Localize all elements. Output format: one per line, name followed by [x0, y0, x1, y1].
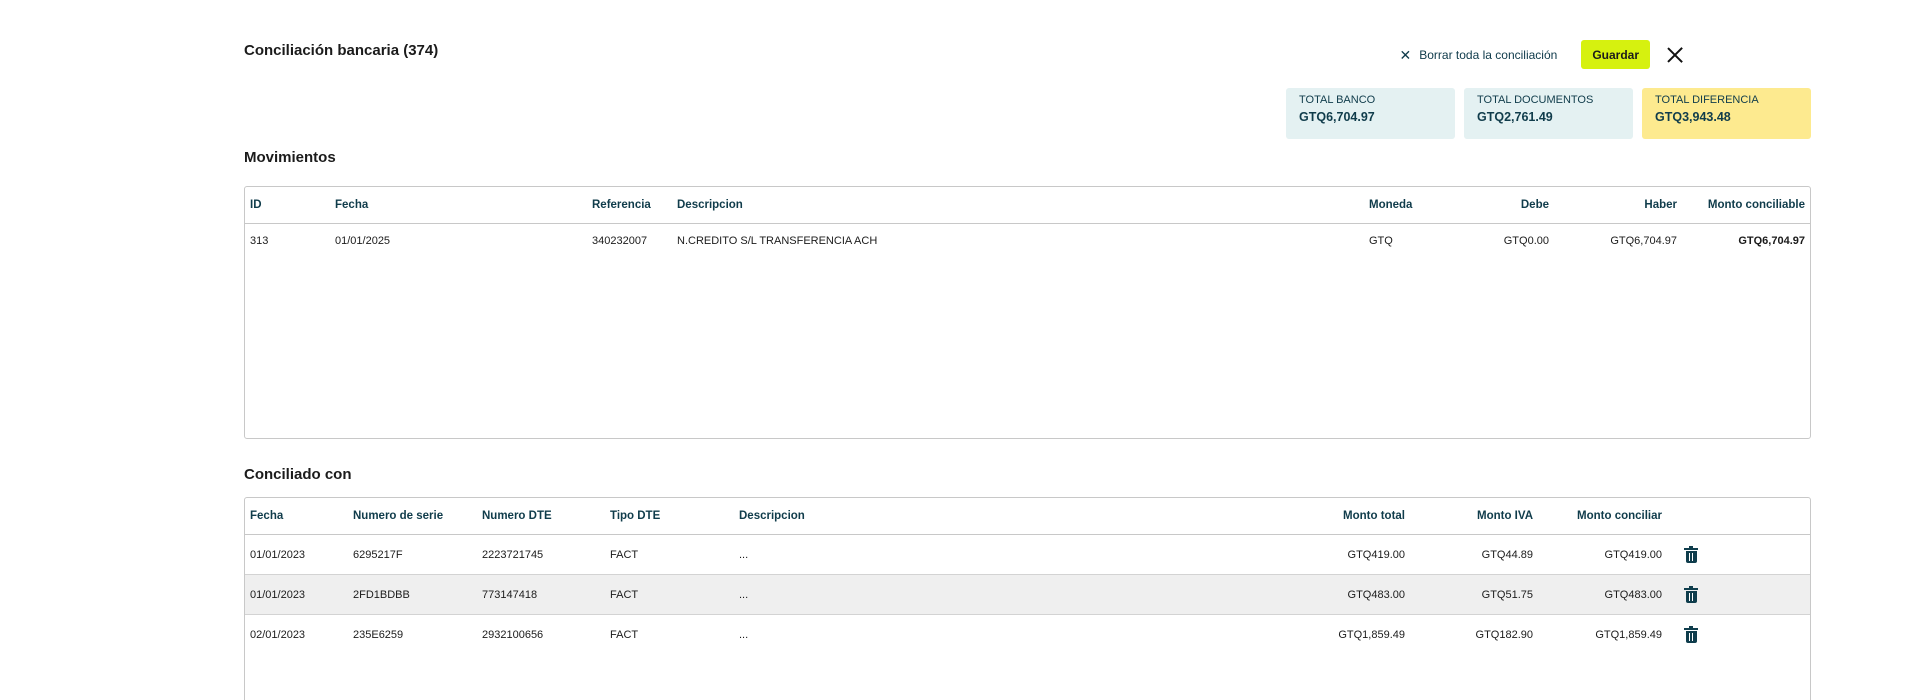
col-numero-serie[interactable]: Numero de serie [348, 510, 477, 522]
page-title: Conciliación bancaria (374) [244, 42, 439, 59]
table-row[interactable]: 01/01/2023 6295217F 2223721745 FACT ... … [245, 535, 1810, 575]
col-id[interactable]: ID [245, 199, 330, 211]
cell-numero-serie: 6295217F [353, 548, 403, 561]
totals-panel: TOTAL BANCO GTQ6,704.97 TOTAL DOCUMENTOS… [1286, 88, 1811, 139]
total-label: TOTAL DIFERENCIA [1655, 94, 1759, 106]
cell-descripcion: ... [739, 629, 749, 641]
trash-icon[interactable] [1684, 545, 1698, 563]
col-monto-total[interactable]: Monto total [1281, 510, 1410, 522]
table-row[interactable]: 01/01/2023 2FD1BDBB 773147418 FACT ... G… [245, 575, 1810, 615]
cell-numero-serie: 2FD1BDBB [353, 588, 410, 601]
total-value: GTQ6,704.97 [1299, 110, 1375, 124]
close-icon[interactable] [1666, 46, 1684, 64]
cell-monto-iva: GTQ51.75 [1481, 588, 1533, 601]
total-banco-card: TOTAL BANCO GTQ6,704.97 [1286, 88, 1455, 139]
col-monto-conciliable[interactable]: Monto conciliable [1682, 199, 1810, 211]
cell-tipo-dte: FACT [610, 629, 639, 641]
col-referencia[interactable]: Referencia [587, 199, 672, 211]
col-fecha[interactable]: Fecha [330, 199, 587, 211]
cell-fecha: 01/01/2023 [250, 548, 306, 561]
section-title-movimientos: Movimientos [244, 149, 336, 166]
cell-referencia: 340232007 [592, 235, 648, 247]
col-monto-iva[interactable]: Monto IVA [1410, 510, 1538, 522]
total-label: TOTAL DOCUMENTOS [1477, 94, 1594, 106]
cell-fecha: 01/01/2023 [250, 588, 306, 601]
col-descripcion[interactable]: Descripcion [672, 199, 1364, 211]
cell-monto-iva: GTQ44.89 [1481, 548, 1533, 561]
save-button[interactable]: Guardar [1581, 40, 1650, 69]
cell-numero-dte: 773147418 [482, 588, 538, 601]
table-row[interactable]: 02/01/2023 235E6259 2932100656 FACT ... … [245, 615, 1810, 655]
total-label: TOTAL BANCO [1299, 94, 1376, 106]
table-row[interactable]: 313 01/01/2025 340232007 N.CREDITO S/L T… [245, 224, 1810, 258]
movimientos-table: ID Fecha Referencia Descripcion Moneda D… [244, 186, 1811, 439]
col-numero-dte[interactable]: Numero DTE [477, 510, 605, 522]
trash-icon[interactable] [1684, 585, 1698, 603]
table-header: ID Fecha Referencia Descripcion Moneda D… [245, 187, 1810, 224]
cell-monto-conciliar: GTQ419.00 [1604, 548, 1662, 561]
cell-monto-total: GTQ419.00 [1347, 548, 1405, 561]
total-documentos-card: TOTAL DOCUMENTOS GTQ2,761.49 [1464, 88, 1633, 139]
col-tipo-dte[interactable]: Tipo DTE [605, 510, 734, 522]
cell-fecha: 02/01/2023 [250, 629, 306, 641]
section-title-conciliado: Conciliado con [244, 466, 352, 483]
conciliado-table: Fecha Numero de serie Numero DTE Tipo DT… [244, 497, 1811, 700]
cell-monto-conciliar: GTQ1,859.49 [1595, 629, 1662, 641]
cell-monto-conciliable: GTQ6,704.97 [1738, 235, 1805, 247]
cell-numero-dte: 2223721745 [482, 548, 544, 561]
total-value: GTQ2,761.49 [1477, 110, 1553, 124]
col-moneda[interactable]: Moneda [1364, 199, 1439, 211]
cell-tipo-dte: FACT [610, 588, 639, 601]
cell-monto-total: GTQ1,859.49 [1338, 629, 1405, 641]
cell-haber: GTQ6,704.97 [1610, 235, 1677, 247]
cell-monto-total: GTQ483.00 [1347, 588, 1405, 601]
cell-monto-iva: GTQ182.90 [1475, 629, 1533, 641]
col-debe[interactable]: Debe [1439, 199, 1554, 211]
trash-icon[interactable] [1684, 626, 1698, 643]
cell-descripcion: ... [739, 548, 749, 561]
cell-moneda: GTQ [1369, 235, 1393, 247]
col-haber[interactable]: Haber [1554, 199, 1682, 211]
cell-numero-dte: 2932100656 [482, 629, 544, 641]
total-value: GTQ3,943.48 [1655, 110, 1731, 124]
col-descripcion[interactable]: Descripcion [734, 510, 1281, 522]
cell-monto-conciliar: GTQ483.00 [1604, 588, 1662, 601]
table-header: Fecha Numero de serie Numero DTE Tipo DT… [245, 498, 1810, 535]
cell-id: 313 [250, 235, 269, 247]
total-diferencia-card: TOTAL DIFERENCIA GTQ3,943.48 [1642, 88, 1811, 139]
cell-descripcion: N.CREDITO S/L TRANSFERENCIA ACH [677, 235, 878, 247]
col-monto-conciliar[interactable]: Monto conciliar [1538, 510, 1667, 522]
clear-all-label: Borrar toda la conciliación [1419, 47, 1558, 62]
cell-tipo-dte: FACT [610, 548, 639, 561]
clear-all-button[interactable]: ✕ Borrar toda la conciliación [1400, 48, 1558, 62]
cell-descripcion: ... [739, 588, 749, 601]
cell-numero-serie: 235E6259 [353, 629, 404, 641]
col-fecha[interactable]: Fecha [245, 510, 348, 522]
top-actions: ✕ Borrar toda la conciliación Guardar [1400, 40, 1685, 69]
close-small-icon: ✕ [1399, 46, 1412, 63]
cell-debe: GTQ0.00 [1503, 235, 1549, 247]
cell-fecha: 01/01/2025 [335, 235, 391, 247]
